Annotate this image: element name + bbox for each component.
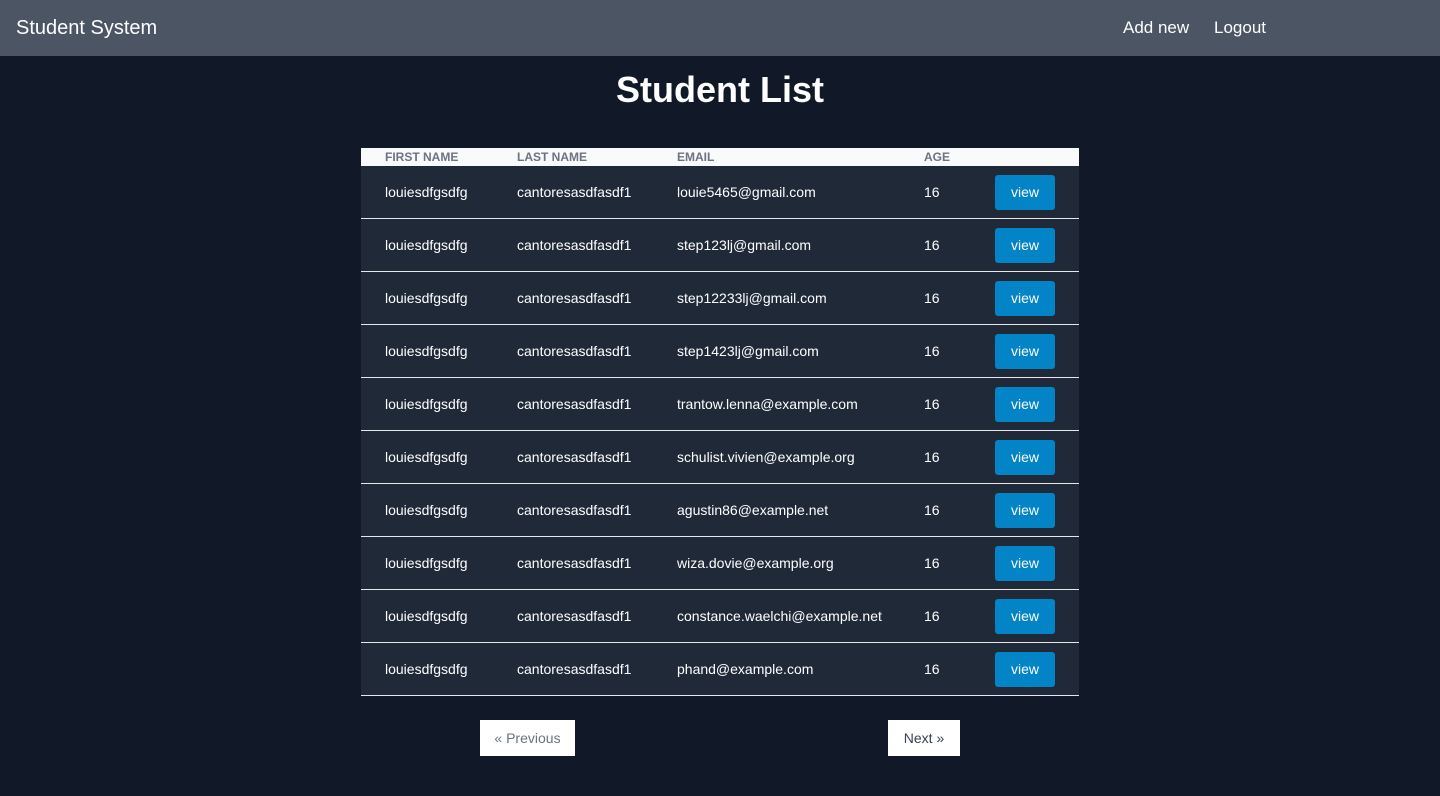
last-name-cell: cantoresasdfasdf1 — [517, 237, 632, 253]
last-name-cell: cantoresasdfasdf1 — [517, 290, 632, 306]
action-cell: view — [995, 643, 1079, 696]
table-body: louiesdfgsdfg cantoresasdfasdf1 louie5465@… — [361, 166, 1079, 696]
logout-link[interactable]: Logout — [1214, 18, 1266, 38]
age-cell: 16 — [924, 343, 940, 359]
email-cell: louie5465@gmail.com — [677, 184, 816, 200]
view-button[interactable]: view — [995, 227, 1055, 263]
view-button[interactable]: view — [995, 545, 1055, 581]
age-cell: 16 — [924, 608, 940, 624]
last-name-cell: cantoresasdfasdf1 — [517, 661, 632, 677]
table-row: louiesdfgsdfg cantoresasdfasdf1 trantow.le… — [361, 377, 1079, 431]
first-name-cell: louiesdfgsdfg — [385, 396, 468, 412]
email-cell: step12233lj@gmail.com — [677, 290, 827, 306]
column-header-last-name: LAST NAME — [517, 150, 587, 164]
view-button[interactable]: view — [995, 386, 1055, 422]
table-row: louiesdfgsdfg cantoresasdfasdf1 phand@exam… — [361, 642, 1079, 696]
view-button[interactable]: view — [995, 280, 1055, 316]
first-name-cell: louiesdfgsdfg — [385, 237, 468, 253]
last-name-cell: cantoresasdfasdf1 — [517, 502, 632, 518]
navbar: Student System Add new Logout — [0, 0, 1440, 56]
age-cell: 16 — [924, 290, 940, 306]
last-name-cell: cantoresasdfasdf1 — [517, 608, 632, 624]
view-button[interactable]: view — [995, 492, 1055, 528]
next-button[interactable]: Next » — [888, 720, 960, 756]
table-header: FIRST NAME LAST NAME EMAIL AGE — [361, 148, 1079, 166]
first-name-cell: louiesdfgsdfg — [385, 555, 468, 571]
brand-title[interactable]: Student System — [16, 16, 157, 40]
table-row: louiesdfgsdfg cantoresasdfasdf1 constance.… — [361, 589, 1079, 643]
header-row: FIRST NAME LAST NAME EMAIL AGE — [361, 148, 1079, 166]
first-name-cell: louiesdfgsdfg — [385, 343, 468, 359]
table-row: louiesdfgsdfg cantoresasdfasdf1 agustin86@… — [361, 483, 1079, 537]
email-cell: agustin86@example.net — [677, 502, 829, 518]
student-table-container: FIRST NAME LAST NAME EMAIL AGE louiesdfg… — [361, 148, 1079, 696]
view-button[interactable]: view — [995, 598, 1055, 634]
table-row: louiesdfgsdfg cantoresasdfasdf1 louie5465@… — [361, 166, 1079, 219]
age-cell: 16 — [924, 502, 940, 518]
last-name-cell: cantoresasdfasdf1 — [517, 396, 632, 412]
action-cell: view — [995, 272, 1079, 325]
age-cell: 16 — [924, 449, 940, 465]
view-button[interactable]: view — [995, 333, 1055, 369]
action-cell: view — [995, 378, 1079, 431]
email-cell: wiza.dovie@example.org — [677, 555, 834, 571]
column-header-age: AGE — [924, 150, 951, 164]
age-cell: 16 — [924, 184, 940, 200]
last-name-cell: cantoresasdfasdf1 — [517, 184, 632, 200]
first-name-cell: louiesdfgsdfg — [385, 502, 468, 518]
add-new-link[interactable]: Add new — [1123, 18, 1189, 38]
view-button[interactable]: view — [995, 174, 1055, 210]
view-button[interactable]: view — [995, 651, 1055, 687]
table-row: louiesdfgsdfg cantoresasdfasdf1 step1423lj… — [361, 324, 1079, 378]
column-header-first-name: FIRST NAME — [385, 150, 459, 164]
action-cell: view — [995, 219, 1079, 272]
view-button[interactable]: view — [995, 439, 1055, 475]
email-cell: step1423lj@gmail.com — [677, 343, 819, 359]
first-name-cell: louiesdfgsdfg — [385, 661, 468, 677]
page-title: Student List — [616, 69, 824, 110]
email-cell: step123lj@gmail.com — [677, 237, 812, 253]
action-cell: view — [995, 325, 1079, 378]
action-cell: view — [995, 431, 1079, 484]
table-row: louiesdfgsdfg cantoresasdfasdf1 step123lj@… — [361, 218, 1079, 272]
action-cell: view — [995, 166, 1079, 219]
age-cell: 16 — [924, 396, 940, 412]
first-name-cell: louiesdfgsdfg — [385, 608, 468, 624]
student-table: FIRST NAME LAST NAME EMAIL AGE louiesdfg… — [361, 148, 1079, 696]
first-name-cell: louiesdfgsdfg — [385, 184, 468, 200]
last-name-cell: cantoresasdfasdf1 — [517, 343, 632, 359]
email-cell: constance.waelchi@example.net — [677, 608, 882, 624]
email-cell: schulist.vivien@example.org — [677, 449, 855, 465]
column-header-action — [995, 148, 1079, 166]
last-name-cell: cantoresasdfasdf1 — [517, 555, 632, 571]
action-cell: view — [995, 537, 1079, 590]
first-name-cell: louiesdfgsdfg — [385, 290, 468, 306]
age-cell: 16 — [924, 661, 940, 677]
email-cell: trantow.lenna@example.com — [677, 396, 858, 412]
last-name-cell: cantoresasdfasdf1 — [517, 449, 632, 465]
table-row: louiesdfgsdfg cantoresasdfasdf1 schulist.v… — [361, 430, 1079, 484]
table-row: louiesdfgsdfg cantoresasdfasdf1 step12233l… — [361, 271, 1079, 325]
email-cell: phand@example.com — [677, 661, 814, 677]
action-cell: view — [995, 484, 1079, 537]
age-cell: 16 — [924, 555, 940, 571]
action-cell: view — [995, 590, 1079, 643]
age-cell: 16 — [924, 237, 940, 253]
previous-button[interactable]: « Previous — [480, 720, 575, 756]
table-row: louiesdfgsdfg cantoresasdfasdf1 wiza.dovie… — [361, 536, 1079, 590]
first-name-cell: louiesdfgsdfg — [385, 449, 468, 465]
column-header-email: EMAIL — [677, 150, 715, 164]
